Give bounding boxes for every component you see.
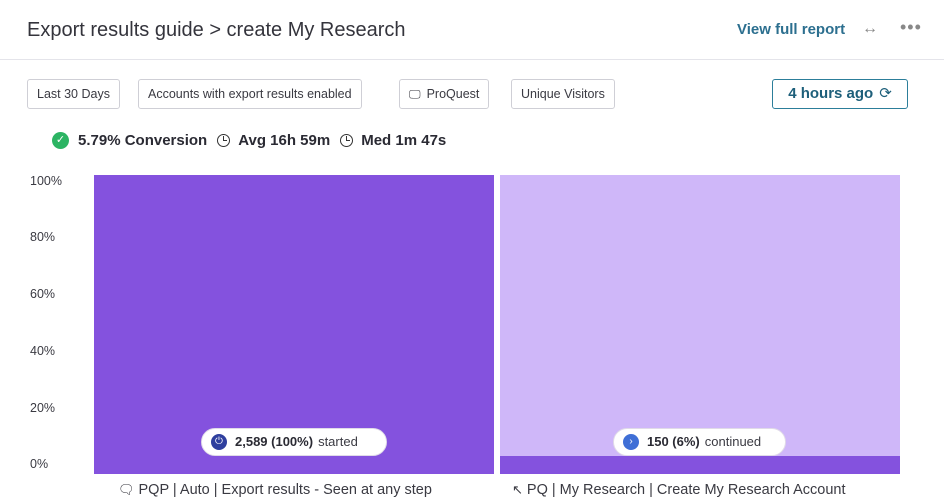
filter-date-range-label: Last 30 Days: [37, 87, 110, 101]
step-status-word: continued: [704, 434, 762, 449]
filter-visitors[interactable]: Unique Visitors: [511, 79, 615, 109]
page-title: Export results guide > create My Researc…: [27, 19, 406, 41]
clock-icon: [217, 133, 231, 147]
filter-date-range[interactable]: Last 30 Days: [27, 79, 120, 109]
y-tick-label: 60%: [30, 287, 56, 301]
refresh-label: 4 hours ago: [788, 85, 874, 102]
check-circle-icon: ✓: [52, 131, 69, 149]
refresh-button[interactable]: 4 hours ago ⟳: [772, 79, 908, 109]
chevron-right-icon: ›: [623, 434, 639, 450]
expand-icon[interactable]: ↔: [862, 20, 878, 38]
monitor-icon: 🖵: [409, 87, 421, 101]
step-count-badge: ⏻ 2,589 (100%) started: [201, 428, 387, 456]
view-full-report-link[interactable]: View full report: [737, 21, 845, 38]
funnel-step-label-text: PQP | Auto | Export results - Seen at an…: [138, 482, 432, 498]
funnel-step-label[interactable]: 🗨 PQP | Auto | Export results - Seen at a…: [118, 482, 432, 498]
funnel-step-label[interactable]: ↖ PQ | My Research | Create My Research A…: [512, 482, 846, 498]
y-tick-label: 80%: [30, 230, 56, 244]
power-icon: ⏻: [211, 434, 227, 450]
step-status-word: started: [318, 434, 358, 449]
median-time-stat: Med 1m 47s: [361, 131, 447, 149]
filter-segment[interactable]: Accounts with export results enabled: [138, 79, 362, 109]
clock-icon: [340, 133, 354, 147]
funnel-step-bar[interactable]: [500, 456, 900, 474]
filter-visitors-label: Unique Visitors: [521, 87, 605, 101]
y-tick-label: 40%: [30, 344, 56, 358]
funnel-step-label-text: PQ | My Research | Create My Research Ac…: [526, 482, 846, 498]
chat-icon: 🗨: [118, 482, 135, 497]
funnel-stats: ✓ 5.79% Conversion Avg 16h 59m Med 1m 47…: [52, 130, 446, 150]
step-count: 2,589 (100%): [235, 434, 314, 449]
report-header: Export results guide > create My Researc…: [0, 0, 944, 60]
step-count: 150 (6%): [647, 434, 700, 449]
filter-app[interactable]: 🖵 ProQuest: [399, 79, 490, 109]
filter-app-label: ProQuest: [426, 87, 480, 101]
filter-segment-label: Accounts with export results enabled: [148, 87, 352, 101]
y-tick-label: 20%: [30, 401, 56, 415]
avg-time-stat: Avg 16h 59m: [238, 131, 331, 149]
cursor-icon: ↖: [512, 482, 523, 497]
refresh-icon: ⟳: [879, 85, 892, 102]
y-tick-label: 100%: [30, 174, 62, 188]
y-tick-label: 0%: [30, 457, 49, 471]
more-options-icon[interactable]: •••: [900, 17, 922, 38]
step-count-badge: › 150 (6%) continued: [613, 428, 786, 456]
conversion-stat: 5.79% Conversion: [78, 131, 208, 149]
